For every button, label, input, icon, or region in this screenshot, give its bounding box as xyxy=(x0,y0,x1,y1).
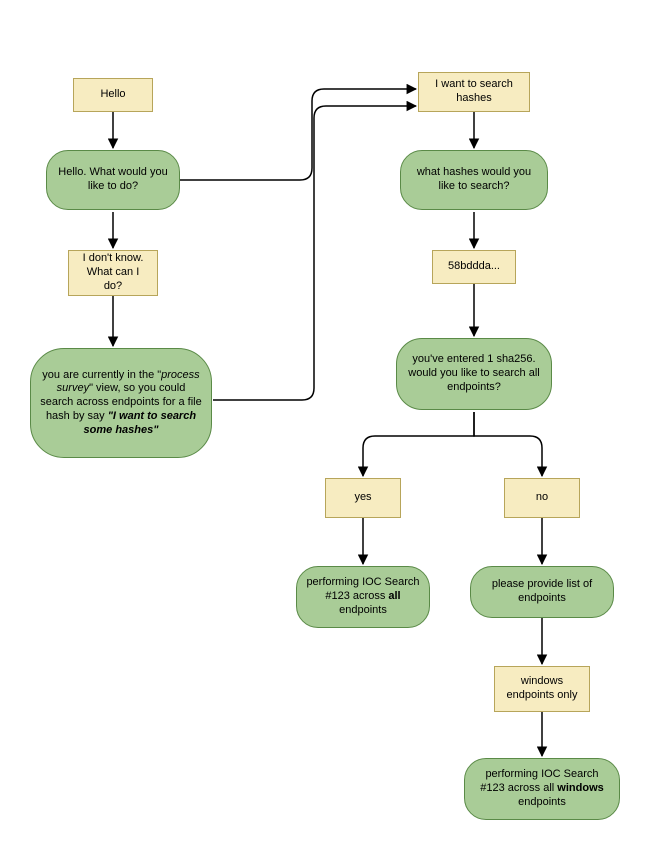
node-hash-value: 58bddda... xyxy=(432,250,516,284)
node-provide-endpoints: please provide list of endpoints xyxy=(470,566,614,618)
label: please provide list of endpoints xyxy=(479,578,605,606)
label: you've entered 1 sha256. would you like … xyxy=(405,353,543,394)
label: Hello. What would you like to do? xyxy=(55,166,171,194)
node-dont-know: I don't know. What can I do? xyxy=(68,250,158,296)
node-ioc-windows: performing IOC Search #123 across all wi… xyxy=(464,758,620,820)
node-what-do: Hello. What would you like to do? xyxy=(46,150,180,210)
node-process-survey: you are currently in the "process survey… xyxy=(30,348,212,458)
label: you are currently in the "process survey… xyxy=(39,369,203,438)
node-no: no xyxy=(504,478,580,518)
node-windows-only: windows endpoints only xyxy=(494,666,590,712)
label: I want to search hashes xyxy=(427,78,521,106)
label: windows endpoints only xyxy=(503,675,581,703)
label: no xyxy=(536,491,548,505)
label: performing IOC Search #123 across all en… xyxy=(305,576,421,617)
label: Hello xyxy=(100,88,125,102)
node-want-hashes: I want to search hashes xyxy=(418,72,530,112)
label: what hashes would you like to search? xyxy=(409,166,539,194)
node-yes: yes xyxy=(325,478,401,518)
label: I don't know. What can I do? xyxy=(77,252,149,293)
label: performing IOC Search #123 across all wi… xyxy=(473,768,611,809)
node-ioc-all: performing IOC Search #123 across all en… xyxy=(296,566,430,628)
label: yes xyxy=(354,491,371,505)
label: 58bddda... xyxy=(448,260,500,274)
node-what-hashes: what hashes would you like to search? xyxy=(400,150,548,210)
node-hello: Hello xyxy=(73,78,153,112)
node-entered-sha: you've entered 1 sha256. would you like … xyxy=(396,338,552,410)
